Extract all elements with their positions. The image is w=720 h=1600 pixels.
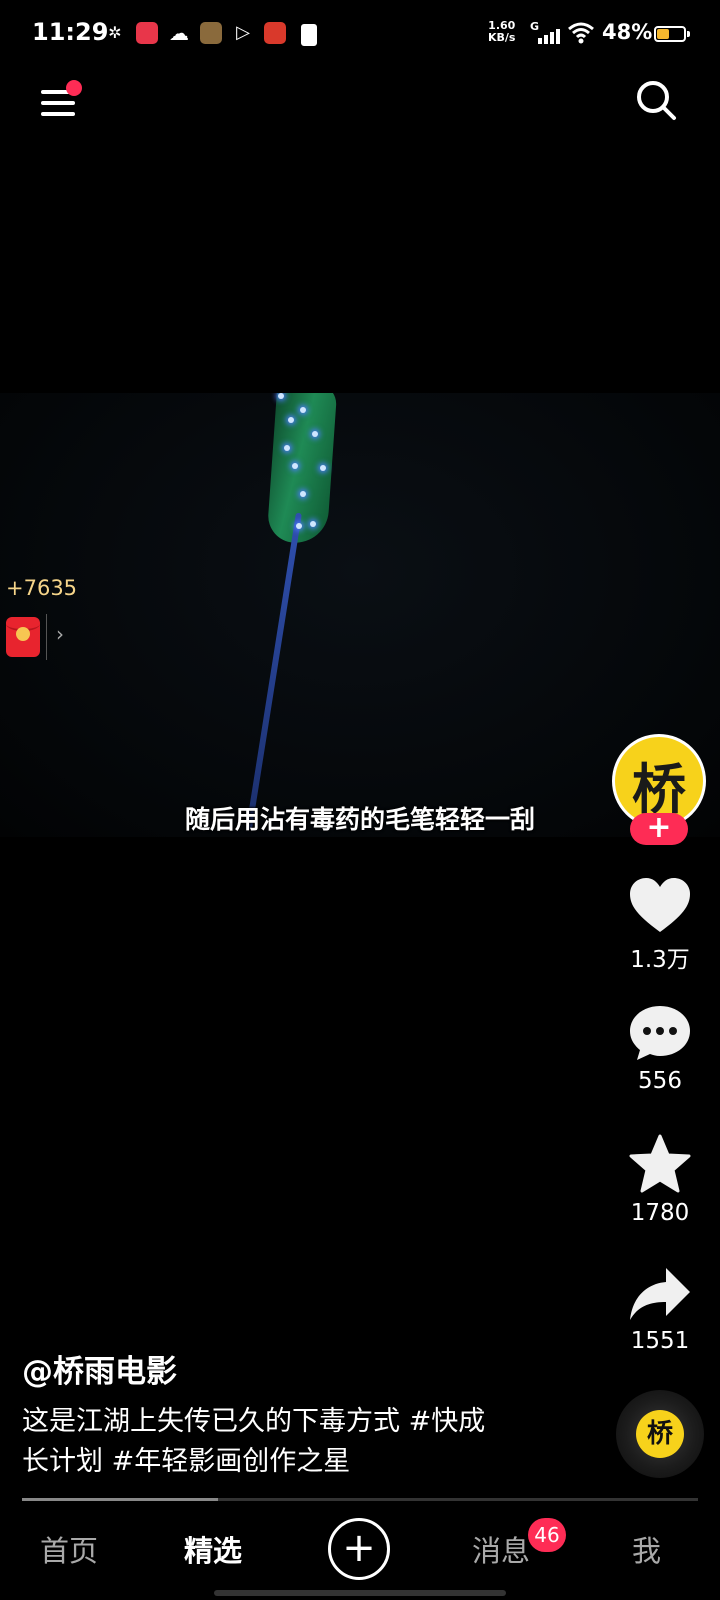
like-count: 1.3万: [630, 947, 690, 973]
star-icon: [629, 1134, 691, 1193]
follow-button[interactable]: +: [630, 813, 688, 845]
create-button[interactable]: +: [328, 1518, 390, 1580]
heart-icon: [630, 878, 690, 932]
bottom-nav: 首页 精选 + 消息 46 我: [0, 1504, 720, 1600]
nav-messages[interactable]: 消息: [472, 1528, 530, 1570]
reward-divider: [46, 614, 47, 660]
comment-icon: [630, 1006, 690, 1060]
notification-dot: [66, 80, 82, 96]
battery-icon: [654, 26, 690, 42]
video-progress-bar[interactable]: [22, 1498, 698, 1501]
game-app-icon: [200, 22, 222, 44]
signal-icon: G: [530, 20, 560, 46]
wifi-icon: [568, 22, 594, 44]
network-speed: 1.60 KB/s: [488, 20, 515, 44]
video-brush: [245, 512, 302, 830]
video-leaf: [266, 393, 338, 545]
progress-fill: [22, 1498, 219, 1501]
menu-button[interactable]: [38, 80, 84, 120]
favorite-count: 1780: [630, 1200, 690, 1226]
share-button[interactable]: 1551: [620, 1266, 700, 1354]
share-count: 1551: [630, 1328, 690, 1354]
reward-widget[interactable]: ›: [6, 614, 76, 660]
network-type: G: [530, 20, 540, 33]
chevron-right-icon: ›: [56, 622, 64, 646]
app-icon: [136, 22, 158, 44]
nav-me[interactable]: 我: [632, 1528, 661, 1570]
play-icon: ▷: [236, 22, 250, 43]
network-speed-unit: KB/s: [488, 31, 516, 44]
messages-badge: 46: [528, 1518, 566, 1552]
status-bar: 11:29 ✲ ☁ ▷ 1.60 KB/s G 48%: [0, 0, 720, 70]
nav-home[interactable]: 首页: [40, 1528, 98, 1570]
nav-featured[interactable]: 精选: [184, 1528, 242, 1570]
red-envelope-icon: [6, 617, 40, 657]
gear-icon: ✲: [108, 23, 122, 42]
sim-icon: [296, 22, 318, 44]
music-disc-logo: 桥: [636, 1410, 684, 1458]
clock: 11:29: [32, 18, 109, 46]
comment-count: 556: [638, 1068, 682, 1094]
search-button[interactable]: [632, 76, 680, 124]
video-description[interactable]: 这是江湖上失传已久的下毒方式 #快成长计划 #年轻影画创作之星: [22, 1402, 502, 1482]
battery-fill: [657, 29, 670, 39]
notification-icons: ✲ ☁ ▷: [104, 22, 318, 44]
cloud-icon: ☁: [169, 21, 189, 45]
video-subtitle: 随后用沾有毒药的毛笔轻轻一刮: [184, 805, 535, 834]
battery-percent: 48%: [602, 20, 653, 44]
reward-amount: +7635: [6, 576, 78, 600]
news-app-icon: [264, 22, 286, 44]
comment-button[interactable]: 556: [620, 1004, 700, 1094]
search-icon: [637, 81, 676, 120]
music-disc[interactable]: 桥: [616, 1390, 704, 1478]
home-indicator[interactable]: [214, 1590, 506, 1596]
like-button[interactable]: 1.3万: [620, 876, 700, 974]
share-icon: [630, 1268, 690, 1320]
author-name[interactable]: @桥雨电影: [22, 1346, 177, 1391]
favorite-button[interactable]: 1780: [620, 1134, 700, 1226]
